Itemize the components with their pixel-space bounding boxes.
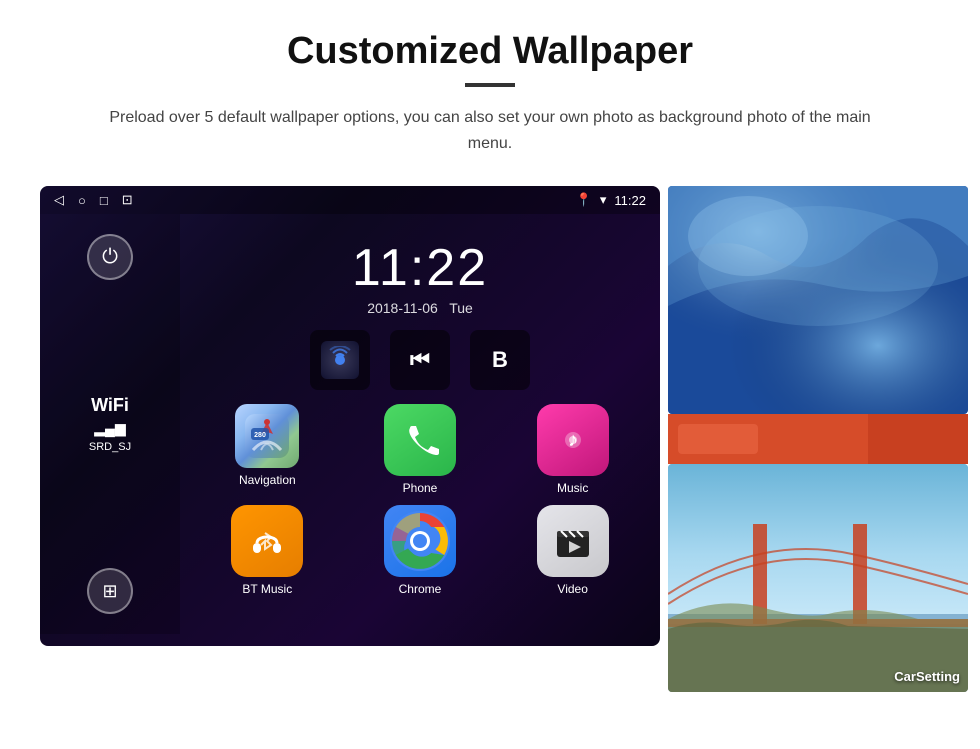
power-icon: ⏻ xyxy=(102,246,118,269)
music-icon: ♪ xyxy=(537,404,609,476)
chrome-label: Chrome xyxy=(399,582,442,596)
bt-music-label: BT Music xyxy=(242,582,292,596)
phone-label: Phone xyxy=(403,481,438,495)
media-skip-box[interactable]: ⏮ xyxy=(390,330,450,390)
phone-icon xyxy=(384,404,456,476)
wallpaper-thumbnails: CarSetting xyxy=(668,186,968,692)
wifi-label: WiFi xyxy=(89,395,131,416)
app-grid: 280 Navigation Ph xyxy=(180,398,660,602)
location-icon: 📍 xyxy=(576,192,592,208)
clock-time: 11:22 xyxy=(180,238,660,298)
android-screen: ◁ ○ □ ⊡ 📍 ▾ 11:22 ⏻ xyxy=(40,186,660,646)
app-item-navigation[interactable]: 280 Navigation xyxy=(196,404,339,495)
app-item-music[interactable]: ♪ Music xyxy=(501,404,644,495)
center-area: 11:22 2018-11-06 Tue xyxy=(180,214,660,634)
home-icon[interactable]: ○ xyxy=(78,193,86,208)
clock-area: 11:22 2018-11-06 Tue xyxy=(180,224,660,326)
navigation-label: Navigation xyxy=(239,473,296,487)
status-time: 11:22 xyxy=(614,193,646,208)
media-row: ⏮ B xyxy=(180,326,660,398)
apps-grid-icon: ⊞ xyxy=(102,581,117,602)
status-bar: ◁ ○ □ ⊡ 📍 ▾ 11:22 xyxy=(40,186,660,214)
status-bar-left: ◁ ○ □ ⊡ xyxy=(54,192,133,208)
back-icon[interactable]: ◁ xyxy=(54,192,64,208)
wifi-info: WiFi ▂▄▆ SRD_SJ xyxy=(89,395,131,453)
screenshot-icon[interactable]: ⊡ xyxy=(122,192,133,208)
title-divider xyxy=(465,83,515,87)
app-item-phone[interactable]: Phone xyxy=(349,404,492,495)
app-item-video[interactable]: Video xyxy=(501,505,644,596)
svg-text:♪: ♪ xyxy=(568,429,578,451)
signal-icon: ▾ xyxy=(600,192,607,208)
wallpaper-thumb-bridge[interactable]: CarSetting xyxy=(668,464,968,692)
clock-date: 2018-11-06 Tue xyxy=(180,300,660,316)
recents-icon[interactable]: □ xyxy=(100,193,108,208)
media-b-icon: B xyxy=(492,347,508,373)
media-signal-box xyxy=(310,330,370,390)
apps-button[interactable]: ⊞ xyxy=(87,568,133,614)
carsetting-label: CarSetting xyxy=(894,668,960,686)
status-bar-right: 📍 ▾ 11:22 xyxy=(576,192,646,208)
app-item-chrome[interactable]: Chrome xyxy=(349,505,492,596)
screen-body: ⏻ WiFi ▂▄▆ SRD_SJ ⊞ 11:22 xyxy=(40,214,660,634)
page-description: Preload over 5 default wallpaper options… xyxy=(100,105,880,156)
media-b-box: B xyxy=(470,330,530,390)
page-title: Customized Wallpaper xyxy=(287,30,693,73)
skip-back-icon: ⏮ xyxy=(410,347,430,373)
video-icon xyxy=(537,505,609,577)
music-label: Music xyxy=(557,481,588,495)
content-area: ◁ ○ □ ⊡ 📍 ▾ 11:22 ⏻ xyxy=(40,186,940,692)
chrome-icon xyxy=(384,505,456,577)
signal-box-icon xyxy=(321,341,359,379)
video-label: Video xyxy=(557,582,587,596)
navigation-icon: 280 xyxy=(235,404,299,468)
power-button[interactable]: ⏻ xyxy=(87,234,133,280)
page-wrapper: Customized Wallpaper Preload over 5 defa… xyxy=(0,0,980,712)
wifi-ssid: SRD_SJ xyxy=(89,441,131,453)
wallpaper-bar-partial xyxy=(668,414,968,464)
wallpaper-thumb-ice[interactable] xyxy=(668,186,968,414)
wifi-bars: ▂▄▆ xyxy=(89,420,131,437)
left-sidebar: ⏻ WiFi ▂▄▆ SRD_SJ ⊞ xyxy=(40,214,180,634)
svg-text:280: 280 xyxy=(254,432,266,439)
bt-music-icon xyxy=(231,505,303,577)
app-item-bt-music[interactable]: BT Music xyxy=(196,505,339,596)
